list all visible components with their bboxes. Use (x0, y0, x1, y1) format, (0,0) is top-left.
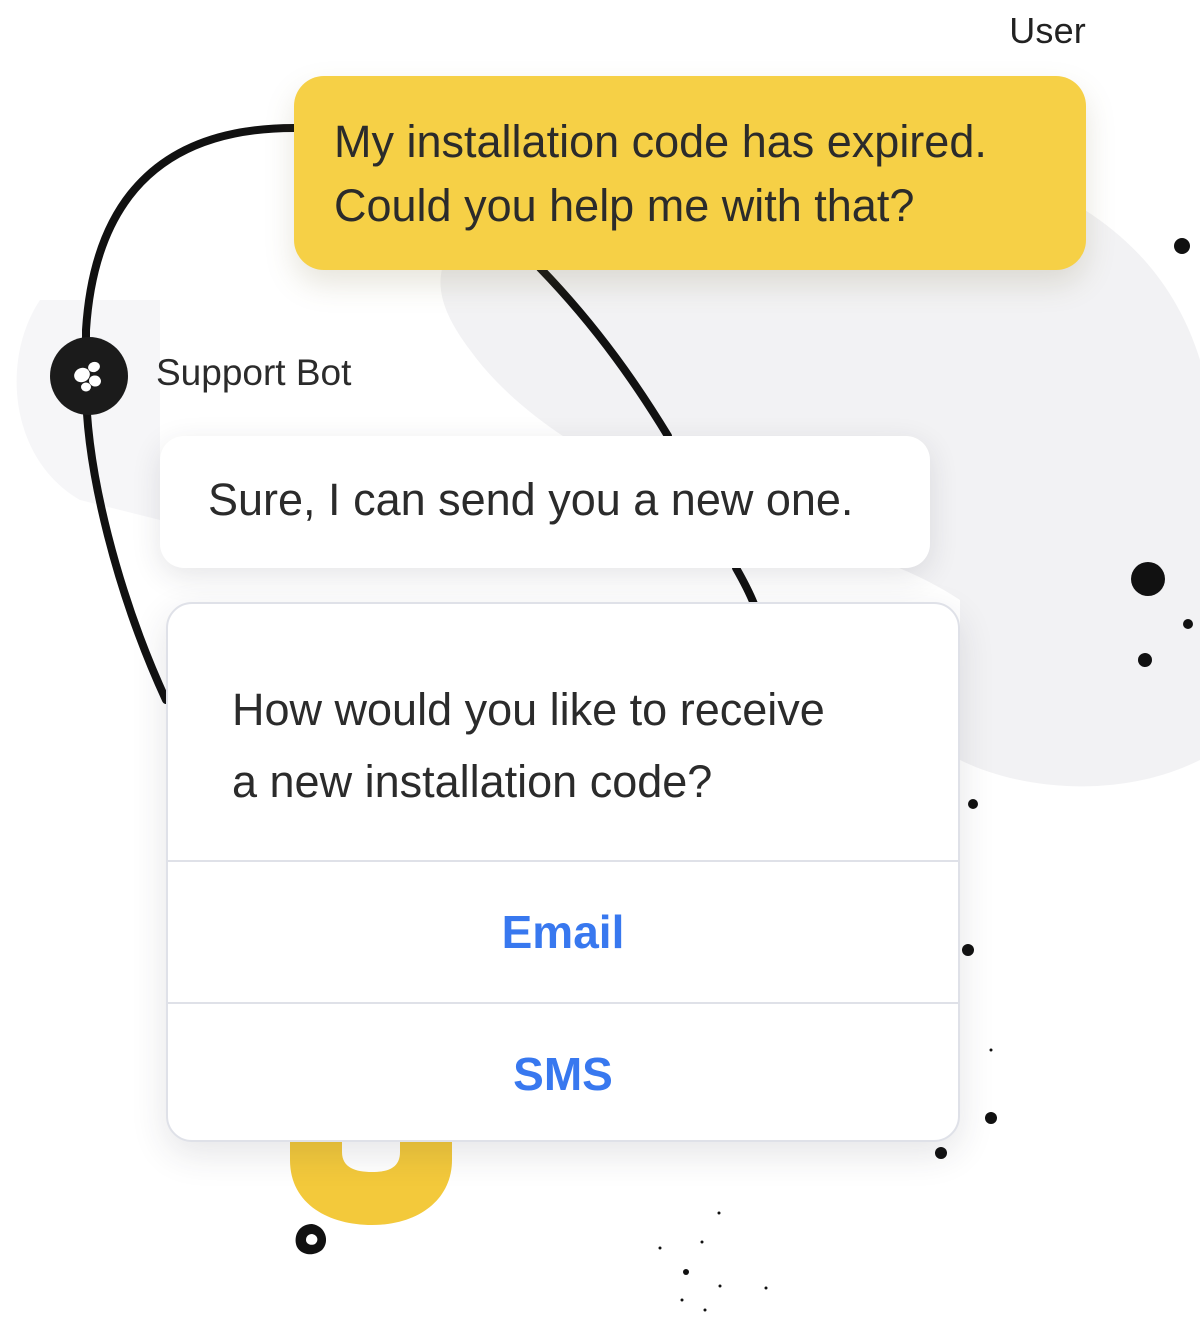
connector-line-right-lower (732, 564, 758, 608)
dot (985, 1112, 997, 1124)
dot (700, 1240, 704, 1244)
dot (680, 1298, 684, 1302)
user-message-line: Could you help me with that? (334, 180, 915, 231)
dot (718, 1284, 722, 1288)
chat-illustration: User My installation code has expired. C… (0, 0, 1204, 1318)
dot (1138, 653, 1152, 667)
dot (703, 1308, 707, 1312)
dot (962, 944, 974, 956)
support-bot-avatar (50, 337, 128, 415)
small-ring (295, 1224, 327, 1255)
user-message-bubble: My installation code has expired. Could … (294, 76, 1086, 270)
quick-reply-question-line: How would you like to receive (232, 684, 825, 735)
bot-message-bubble: Sure, I can send you a new one. (160, 436, 930, 568)
dot (764, 1286, 768, 1290)
dot (717, 1211, 721, 1215)
dot (1183, 619, 1193, 629)
dot (1131, 562, 1165, 596)
dot (935, 1147, 947, 1159)
option-email-button[interactable]: Email (168, 862, 958, 1002)
quick-reply-question: How would you like to receive a new inst… (168, 604, 958, 862)
dot (658, 1246, 662, 1250)
support-bot-label: Support Bot (156, 352, 352, 393)
user-label: User (1009, 10, 1086, 51)
user-message-line: My installation code has expired. (334, 116, 987, 167)
option-sms-button[interactable]: SMS (168, 1002, 958, 1140)
dot (683, 1269, 689, 1275)
dot (989, 1048, 993, 1052)
dot (1174, 238, 1190, 254)
yellow-horseshoe (290, 1142, 452, 1225)
dot (968, 799, 978, 809)
support-bot-logo-icon (74, 361, 101, 392)
quick-reply-question-line: a new installation code? (232, 756, 713, 807)
quick-reply-card: How would you like to receive a new inst… (166, 602, 960, 1142)
